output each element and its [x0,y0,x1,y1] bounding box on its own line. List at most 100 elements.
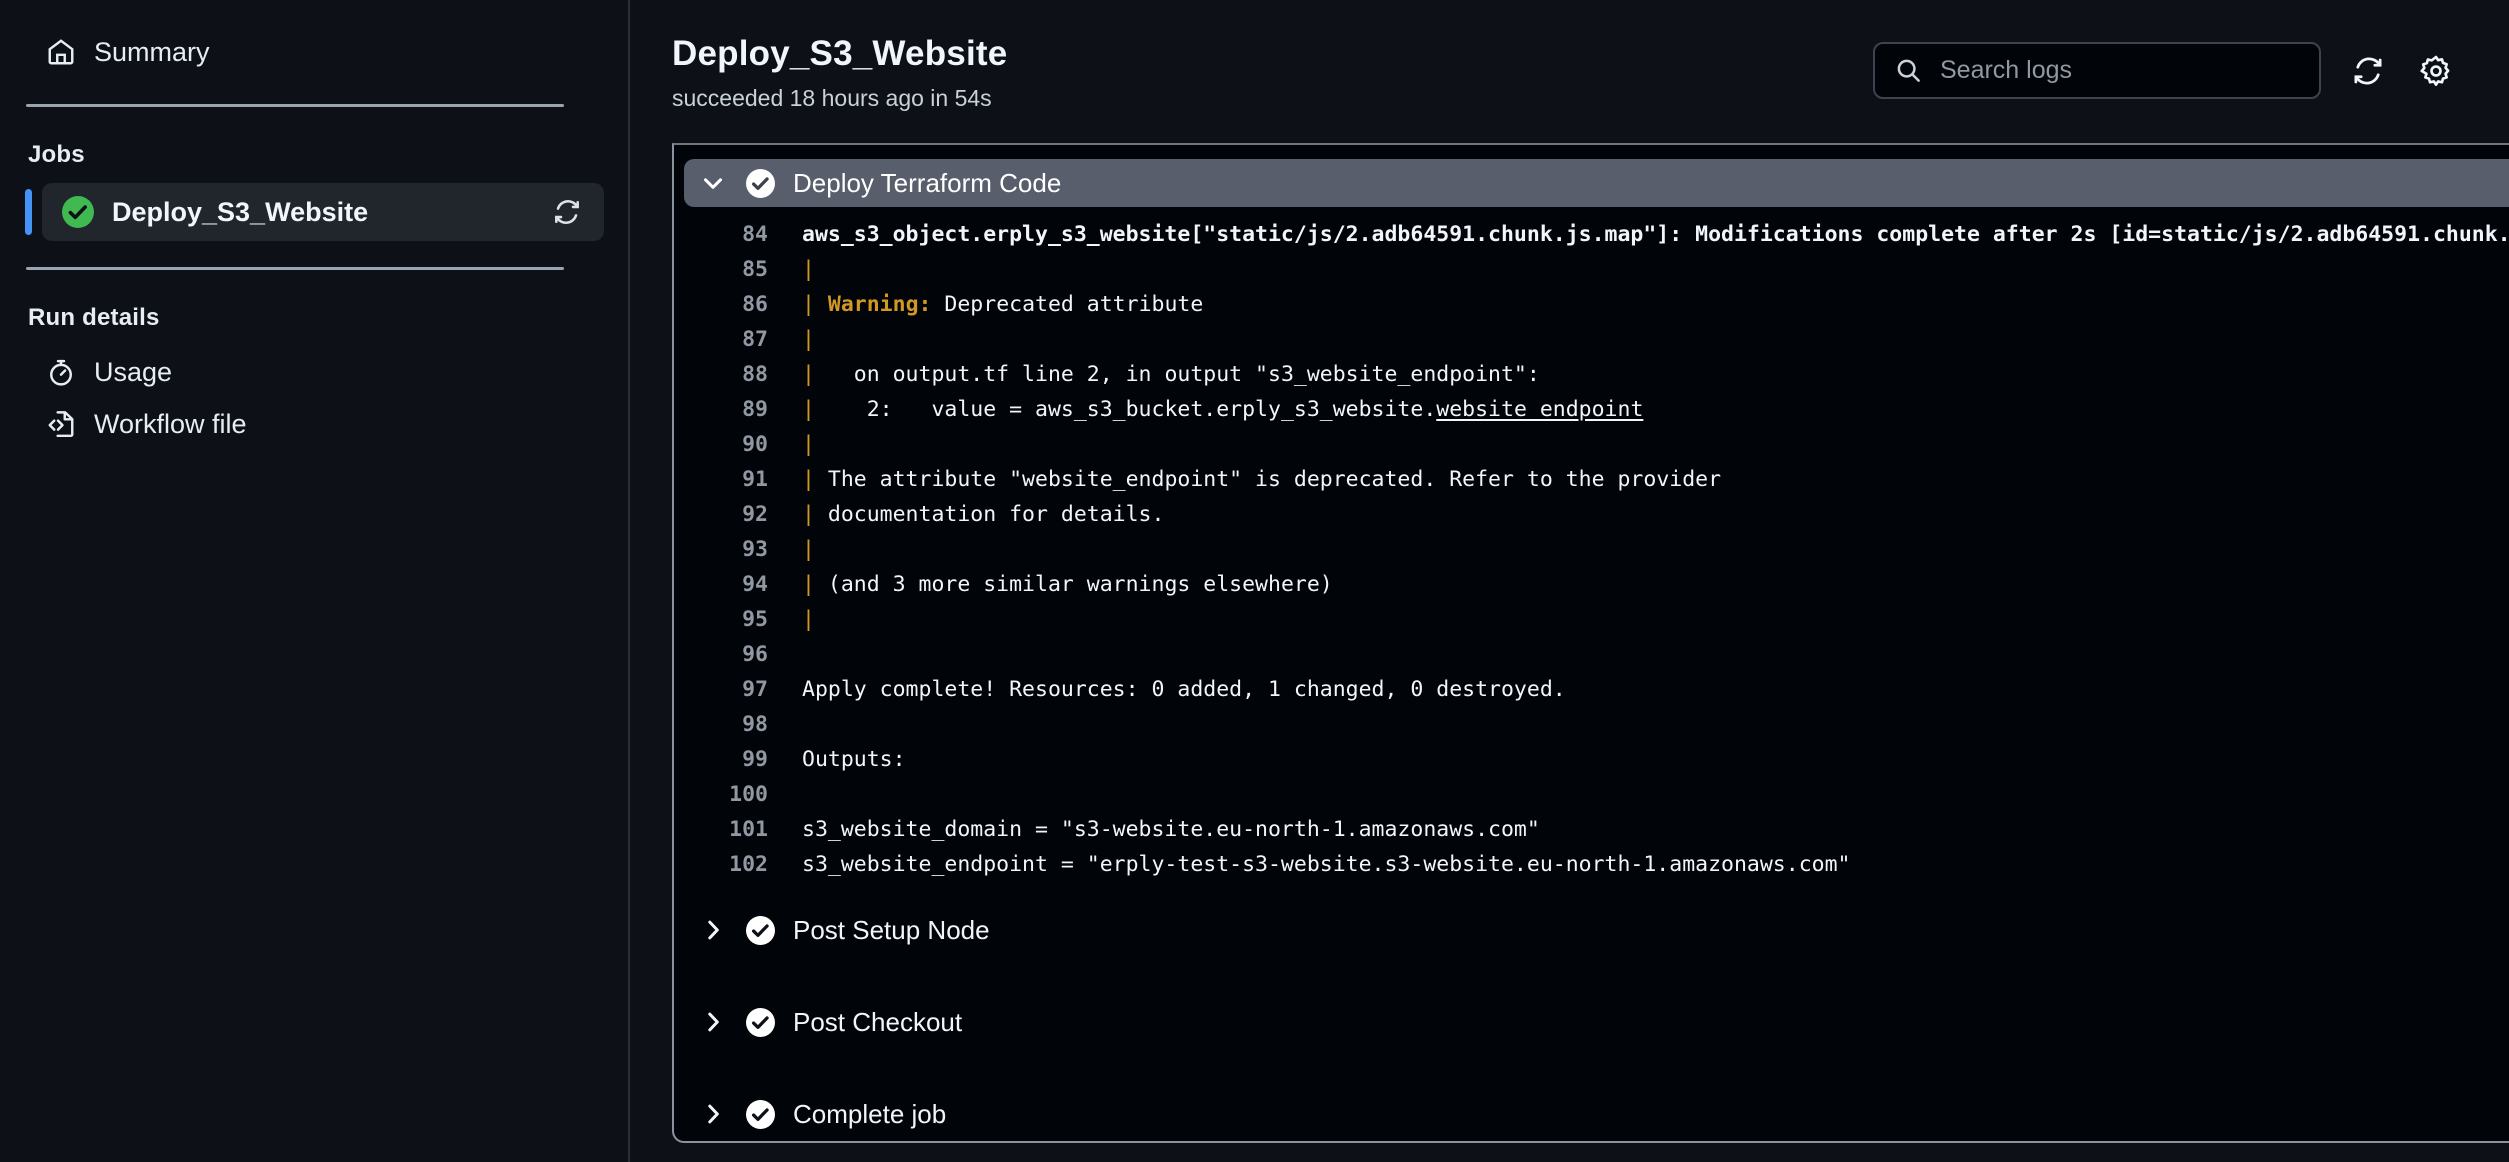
log-line-number: 100 [674,782,780,807]
title-block: Deploy_S3_Website succeeded 18 hours ago… [672,26,1873,112]
log-step-header-deploy-terraform-code[interactable]: Deploy Terraform Code 10s [684,159,2509,207]
log-line-number: 93 [674,537,780,562]
log-line: 94| (and 3 more similar warnings elsewhe… [674,567,2509,602]
log-step-header-post-checkout[interactable]: Post Checkout 0s [684,998,2509,1046]
log-line-number: 89 [674,397,780,422]
log-line: 92| documentation for details. [674,497,2509,532]
chevron-right-icon[interactable] [698,1007,728,1037]
log-line-text: | The attribute "website_endpoint" is de… [780,467,1721,492]
log-line: 101s3_website_domain = "s3-website.eu-no… [674,812,2509,847]
log-line: 99Outputs: [674,742,2509,777]
log-line-text: | [780,432,815,457]
log-line-number: 97 [674,677,780,702]
sidebar-item-summary[interactable]: Summary [46,26,604,78]
log-step-name: Post Setup Node [793,915,2509,946]
sidebar-item-label: Usage [94,357,172,388]
log-line-number: 87 [674,327,780,352]
step-gap [674,1046,2509,1090]
main-header: Deploy_S3_Website succeeded 18 hours ago… [630,0,2509,143]
sidebar-item-workflow-file[interactable]: Workflow file [46,398,604,450]
log-line-text: | 2: value = aws_s3_bucket.erply_s3_webs… [780,397,1643,422]
check-circle-icon [746,169,775,198]
search-placeholder: Search logs [1940,56,2072,85]
log-line-number: 102 [674,852,780,877]
log-step-header-complete-job[interactable]: Complete job 0s [684,1090,2509,1138]
log-line-text: | [780,327,815,352]
log-line: 89| 2: value = aws_s3_bucket.erply_s3_we… [674,392,2509,427]
log-line-text: Outputs: [780,747,906,772]
log-bottom-spacer [674,882,2509,906]
log-line-number: 86 [674,292,780,317]
log-line: 93| [674,532,2509,567]
log-step-name: Complete job [793,1099,2509,1130]
log-line-text: | [780,607,815,632]
log-line: 85| [674,252,2509,287]
log-line-number: 96 [674,642,780,667]
log-line-number: 101 [674,817,780,842]
chevron-right-icon[interactable] [698,915,728,945]
log-line-text: | on output.tf line 2, in output "s3_web… [780,362,1540,387]
log-line-number: 85 [674,257,780,282]
log-line-text: s3_website_domain = "s3-website.eu-north… [780,817,1540,842]
code-file-icon [46,409,76,439]
log-line: 96 [674,637,2509,672]
log-line-number: 88 [674,362,780,387]
log-line-number: 92 [674,502,780,527]
log-step-header-post-setup-node[interactable]: Post Setup Node 0s [684,906,2509,954]
check-circle-icon [746,1100,775,1129]
log-line-text: | (and 3 more similar warnings elsewhere… [780,572,1333,597]
run-status-subtitle: succeeded 18 hours ago in 54s [672,85,1873,112]
header-tools: Search logs [1873,26,2457,99]
log-line: 97Apply complete! Resources: 0 added, 1 … [674,672,2509,707]
sidebar-item-job-deploy-s3-website[interactable]: Deploy_S3_Website [42,183,604,241]
log-line-number: 90 [674,432,780,457]
log-line: 98 [674,707,2509,742]
workflow-run-page: Summary Jobs Deploy_S3_Website [0,0,2509,1162]
sidebar-item-usage[interactable]: Usage [46,346,604,398]
sidebar-item-label: Workflow file [94,409,247,440]
sidebar: Summary Jobs Deploy_S3_Website [0,0,630,1162]
log-line-number: 94 [674,572,780,597]
rerun-icon[interactable] [552,197,582,227]
step-gap [674,954,2509,998]
main-content: Deploy_S3_Website succeeded 18 hours ago… [630,0,2509,1162]
sidebar-divider-top [26,104,564,107]
log-line-number: 84 [674,222,780,247]
log-line-text: | [780,257,815,282]
refresh-icon[interactable] [2347,50,2389,92]
log-line: 95| [674,602,2509,637]
log-line-text: s3_website_endpoint = "erply-test-s3-web… [780,852,1850,877]
log-line-number: 99 [674,747,780,772]
log-line: 102s3_website_endpoint = "erply-test-s3-… [674,847,2509,882]
log-step-name: Post Checkout [793,1007,2509,1038]
gear-icon[interactable] [2415,50,2457,92]
chevron-right-icon[interactable] [698,1099,728,1129]
log-line: 86| Warning: Deprecated attribute [674,287,2509,322]
log-line-text: | [780,537,815,562]
stopwatch-icon [46,357,76,387]
log-line-number: 95 [674,607,780,632]
search-logs-field[interactable]: Search logs [1873,42,2321,99]
log-line: 91| The attribute "website_endpoint" is … [674,462,2509,497]
check-circle-icon [62,196,94,228]
search-icon [1895,57,1922,84]
page-title: Deploy_S3_Website [672,34,1873,74]
sidebar-group-run-details-label: Run details [28,304,628,332]
selected-job-accent-bar [25,189,32,235]
log-line-text: Apply complete! Resources: 0 added, 1 ch… [780,677,1566,702]
log-line: 88| on output.tf line 2, in output "s3_w… [674,357,2509,392]
log-line-number: 91 [674,467,780,492]
home-icon [46,37,76,67]
log-line-text: | documentation for details. [780,502,1164,527]
log-line-number: 98 [674,712,780,737]
log-line: 84aws_s3_object.erply_s3_website["static… [674,217,2509,252]
log-line: 90| [674,427,2509,462]
log-output[interactable]: 84aws_s3_object.erply_s3_website["static… [674,207,2509,882]
log-line-text: aws_s3_object.erply_s3_website["static/j… [780,222,2509,247]
sidebar-group-jobs-label: Jobs [28,141,628,169]
sidebar-job-name: Deploy_S3_Website [112,197,534,228]
check-circle-icon [746,1008,775,1037]
log-line-text: | Warning: Deprecated attribute [780,292,1203,317]
chevron-down-icon[interactable] [698,168,728,198]
log-panel: Deploy Terraform Code 10s 84aws_s3_objec… [672,143,2509,1143]
